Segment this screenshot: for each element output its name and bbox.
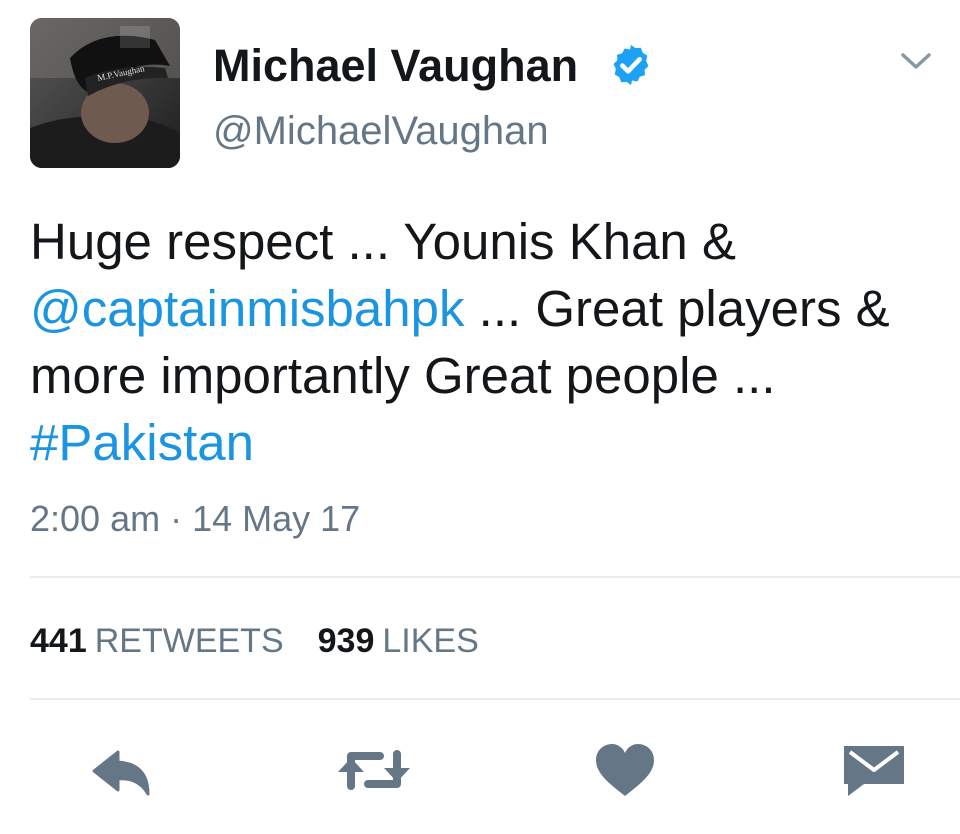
direct-message-button[interactable]	[838, 740, 910, 800]
retweets-stat[interactable]: 441 RETWEETS	[30, 622, 284, 660]
avatar-photo: M.P.Vaughan	[30, 18, 180, 168]
like-button[interactable]	[590, 740, 660, 800]
retweets-label: RETWEETS	[94, 622, 284, 660]
reply-icon	[92, 750, 150, 796]
likes-label: LIKES	[382, 622, 479, 660]
hashtag-link[interactable]: #Pakistan	[30, 414, 254, 471]
tweet-stats: 441 RETWEETS 939 LIKES	[30, 618, 479, 664]
chevron-down-icon[interactable]	[898, 48, 934, 74]
display-name[interactable]: Michael Vaughan	[213, 38, 578, 94]
tweet-text: Huge respect ... Younis Khan & @captainm…	[30, 208, 940, 476]
direct-message-icon	[844, 746, 904, 796]
divider	[30, 698, 960, 700]
reply-button[interactable]	[88, 740, 158, 800]
retweets-count: 441	[30, 622, 87, 660]
like-icon	[596, 744, 654, 796]
tweet-timestamp[interactable]: 2:00 am · 14 May 17	[30, 496, 360, 542]
likes-stat[interactable]: 939 LIKES	[318, 622, 479, 660]
verified-badge-icon	[613, 44, 649, 86]
likes-count: 939	[317, 622, 375, 660]
tweet-text-part: Huge respect ... Younis Khan &	[30, 213, 736, 270]
retweet-button[interactable]	[334, 740, 414, 800]
avatar[interactable]: M.P.Vaughan	[30, 18, 180, 168]
retweet-icon	[338, 750, 410, 790]
divider	[30, 576, 960, 578]
mention-link[interactable]: @captainmisbahpk	[30, 280, 465, 337]
user-handle[interactable]: @MichaelVaughan	[213, 106, 549, 156]
